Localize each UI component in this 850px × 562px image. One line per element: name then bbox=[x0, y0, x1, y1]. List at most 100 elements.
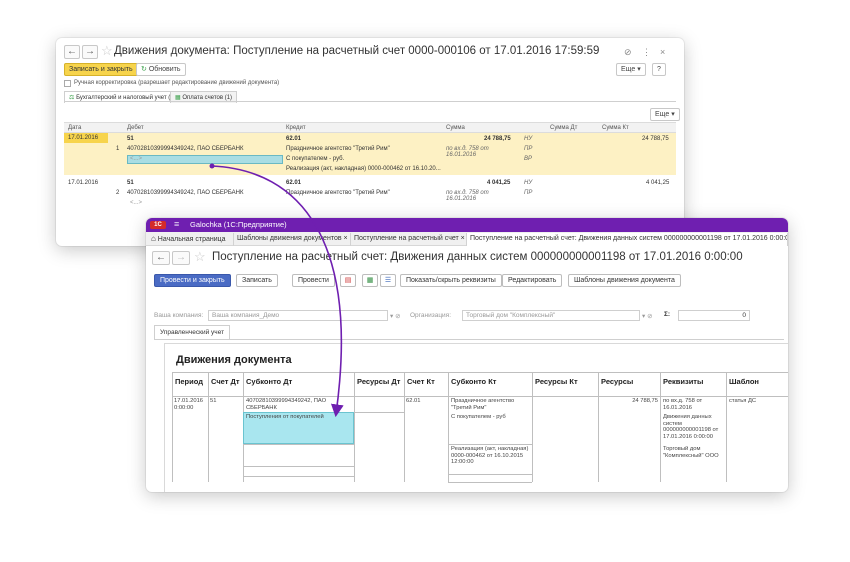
forward-arrow-icon[interactable]: → bbox=[172, 251, 190, 265]
grid-line bbox=[448, 372, 449, 482]
post-button[interactable]: Провести bbox=[292, 274, 335, 287]
row1-nu: НУ bbox=[524, 136, 533, 142]
templates-button[interactable]: Шаблоны движения документа bbox=[568, 274, 681, 287]
doc-chart-icon[interactable]: ▤ bbox=[340, 274, 356, 287]
col-acc-dt: Счет Дт bbox=[211, 377, 240, 386]
row1-credit-account: 62.01 bbox=[286, 136, 302, 142]
grid-line bbox=[208, 372, 209, 482]
row2-sum-kt: 4 041,25 bbox=[646, 180, 670, 186]
hamburger-menu-icon[interactable]: ≡ bbox=[174, 219, 179, 229]
cell-acc-dt: 51 bbox=[210, 398, 217, 404]
col-credit: Кредит bbox=[286, 125, 306, 131]
row2-debit-account: 51 bbox=[127, 180, 134, 186]
tab-divider bbox=[64, 101, 676, 102]
col-template: Шаблон bbox=[729, 377, 759, 386]
selected-debit-subconto-cell[interactable] bbox=[127, 155, 283, 164]
grid-line bbox=[172, 372, 788, 373]
company-label: Ваша компания: bbox=[154, 312, 204, 319]
grid-line bbox=[404, 372, 405, 482]
row1-sum-kt: 24 788,75 bbox=[642, 136, 669, 142]
cell-template: статья ДС bbox=[729, 398, 757, 404]
organization-field[interactable]: Торговый дом "Комплексный" bbox=[462, 310, 640, 321]
grid-line bbox=[172, 372, 173, 482]
sigma-label: Σ: bbox=[664, 311, 671, 318]
refresh-button[interactable]: ↻ Обновить bbox=[136, 63, 186, 76]
grid-more-label: Еще bbox=[655, 111, 670, 118]
list-icon[interactable]: ☰ bbox=[380, 274, 396, 287]
tab-home[interactable]: ⌂ Начальная страница bbox=[148, 233, 234, 246]
help-button[interactable]: ? bbox=[652, 63, 666, 76]
row2-debit-sub1: 40702810399994349242, ПАО СБЕРБАНК bbox=[127, 190, 244, 196]
manual-edit-checkbox[interactable] bbox=[64, 80, 71, 87]
toggle-requisites-button[interactable]: Показать/скрыть реквизиты bbox=[400, 274, 502, 287]
col-subconto-kt: Субконто Кт bbox=[451, 377, 497, 386]
row1-credit-sub1: Праздничное агентство "Третий Рим" bbox=[286, 146, 390, 152]
row2-pr: ПР bbox=[524, 190, 533, 196]
tab-divider bbox=[154, 339, 784, 340]
tab-management[interactable]: Управленческий учет bbox=[154, 325, 231, 339]
row1-credit-sub3: Реализация (акт, накладная) 0000-000462 … bbox=[286, 166, 441, 172]
more-dots-icon[interactable]: ⋮ bbox=[642, 47, 651, 58]
open-tabs-bar: ⌂ Начальная страница Шаблоны движения до… bbox=[146, 232, 788, 246]
col-resources-kt: Ресурсы Кт bbox=[535, 377, 578, 386]
organization-value: Торговый дом "Комплексный" bbox=[466, 312, 556, 319]
more-label: Еще bbox=[621, 66, 636, 73]
col-amount-kt: Сумма Кт bbox=[602, 125, 629, 131]
close-icon[interactable]: × bbox=[660, 47, 665, 57]
row2-credit-sub1: Праздничное агентство "Третий Рим" bbox=[286, 190, 390, 196]
row1-amount: 24 788,75 bbox=[484, 136, 511, 142]
cell-acc-kt: 62.01 bbox=[406, 398, 421, 404]
sigma-field[interactable]: 0 bbox=[678, 310, 750, 321]
back-arrow-icon[interactable]: ← bbox=[64, 45, 80, 59]
home-icon: ⌂ bbox=[151, 234, 156, 243]
grid-line bbox=[243, 444, 354, 445]
grid-line bbox=[726, 372, 727, 482]
tab-receipt[interactable]: Поступление на расчетный счет × bbox=[351, 233, 467, 246]
company-field[interactable]: Ваша компания_Демо bbox=[208, 310, 388, 321]
grid-line bbox=[354, 412, 404, 413]
save-close-button[interactable]: Записать и закрыть bbox=[64, 63, 138, 76]
tab-data-systems[interactable]: Поступление на расчетный счет: Движения … bbox=[467, 233, 788, 246]
company-value: Ваша компания_Демо bbox=[212, 312, 280, 319]
row1-doc: по вх.д. 758 от 16.01.2016 bbox=[446, 146, 489, 158]
window-title: Движения документа: Поступление на расче… bbox=[114, 45, 600, 57]
company-dropdown-icon[interactable]: ▾ ⊘ bbox=[390, 312, 401, 320]
row1-pr: ПР bbox=[524, 146, 533, 152]
post-close-button[interactable]: Провести и закрыть bbox=[154, 274, 231, 287]
cell-requisites-1: по вх.д. 758 от 16.01.2016 bbox=[663, 398, 703, 411]
grid-line bbox=[243, 466, 354, 467]
col-resources: Ресурсы bbox=[601, 377, 634, 386]
save-button[interactable]: Записать bbox=[236, 274, 278, 287]
more-button[interactable]: Еще ▾ bbox=[616, 63, 646, 76]
cell-subconto-kt-3: Реализация (акт, накладная) 0000-000462 … bbox=[451, 446, 529, 465]
row2-doc: по вх.д. 758 от 16.01.2016 bbox=[446, 190, 489, 202]
app-title-bar: 1С ≡ Galochka (1С:Предприятие) bbox=[146, 218, 788, 232]
app-title: Galochka (1С:Предприятие) bbox=[190, 220, 287, 229]
star-icon[interactable]: ☆ bbox=[101, 43, 113, 59]
data-systems-movements-window: 1С ≡ Galochka (1С:Предприятие) ⌂ Начальн… bbox=[146, 218, 788, 492]
row1-credit-sub2: С покупателем - руб. bbox=[286, 156, 345, 162]
organization-dropdown-icon[interactable]: ▾ ⊘ bbox=[642, 312, 653, 320]
cell-subconto-dt-1: 40702810399994349242, ПАО СБЕРБАНК bbox=[246, 398, 327, 411]
edit-button[interactable]: Редактировать bbox=[502, 274, 563, 287]
refresh-label: Обновить bbox=[148, 66, 181, 73]
document-movements-window: ← → ☆ Движения документа: Поступление на… bbox=[56, 38, 684, 246]
row1-number: 1 bbox=[116, 146, 120, 152]
col-period: Период bbox=[175, 377, 203, 386]
link-icon[interactable]: ⊘ bbox=[624, 47, 632, 58]
row1-vr: ВР bbox=[524, 156, 533, 162]
row2-number: 2 bbox=[116, 190, 120, 196]
forward-arrow-icon[interactable]: → bbox=[82, 45, 98, 59]
sheet-title: Движения документа bbox=[176, 354, 292, 366]
window-title: Поступление на расчетный счет: Движения … bbox=[212, 251, 743, 263]
cell-subconto-kt-2: С покупателем - руб bbox=[451, 414, 506, 420]
grid-more-button[interactable]: Еще ▾ bbox=[650, 108, 680, 121]
star-icon[interactable]: ☆ bbox=[194, 249, 206, 265]
grid-line bbox=[532, 372, 533, 482]
report-icon[interactable]: ▦ bbox=[362, 274, 378, 287]
tab-templates[interactable]: Шаблоны движения документов × bbox=[234, 233, 351, 246]
col-resources-dt: Ресурсы Дт bbox=[357, 377, 401, 386]
row2-debit-sub2: <...> bbox=[130, 200, 143, 206]
back-arrow-icon[interactable]: ← bbox=[152, 251, 170, 265]
col-date: Дата bbox=[68, 125, 82, 131]
